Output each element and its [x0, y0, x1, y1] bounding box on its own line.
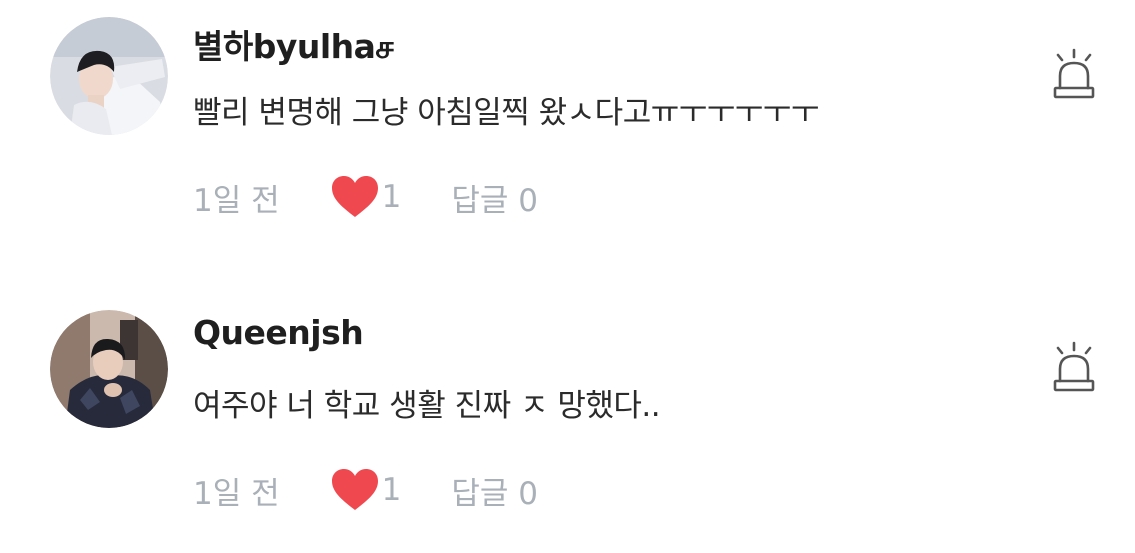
reply-button[interactable]: 답글 0 — [451, 468, 538, 513]
like-button[interactable]: 1 — [330, 468, 402, 512]
heart-icon — [331, 176, 378, 217]
comment-text: 빨리 변명해 그냥 아침일찍 왔ㅅ다고ㅠㅜㅜㅜㅜㅜ — [193, 95, 819, 131]
comment-time: 1일 전 — [193, 475, 280, 512]
like-button[interactable]: 1 — [330, 175, 402, 219]
comment-time: 1일 전 — [193, 182, 280, 219]
siren-icon — [1053, 48, 1095, 99]
reply-button[interactable]: 답글 0 — [451, 175, 538, 220]
like-count: 1 — [381, 179, 402, 215]
comment-meta: 1일 전 1 답글 0 — [193, 468, 538, 512]
report-button[interactable] — [1049, 341, 1099, 397]
heart-icon — [331, 469, 378, 510]
username[interactable]: 별하byulhaச — [193, 20, 394, 71]
like-count: 1 — [381, 472, 402, 508]
avatar[interactable] — [50, 17, 168, 135]
report-button[interactable] — [1049, 48, 1099, 104]
username[interactable]: Queenjsh — [193, 313, 364, 352]
comment-item: 별하byulhaச 빨리 변명해 그냥 아침일찍 왔ㅅ다고ㅠㅜㅜㅜㅜㅜ 1일 전… — [0, 0, 1135, 260]
avatar[interactable] — [50, 310, 168, 428]
siren-icon — [1053, 341, 1095, 392]
comment-text: 여주야 너 학교 생활 진짜 ㅈ 망했다.. — [193, 388, 661, 424]
comment-item: Queenjsh 여주야 너 학교 생활 진짜 ㅈ 망했다.. 1일 전 1 답… — [0, 293, 1135, 553]
comment-meta: 1일 전 1 답글 0 — [193, 175, 538, 219]
